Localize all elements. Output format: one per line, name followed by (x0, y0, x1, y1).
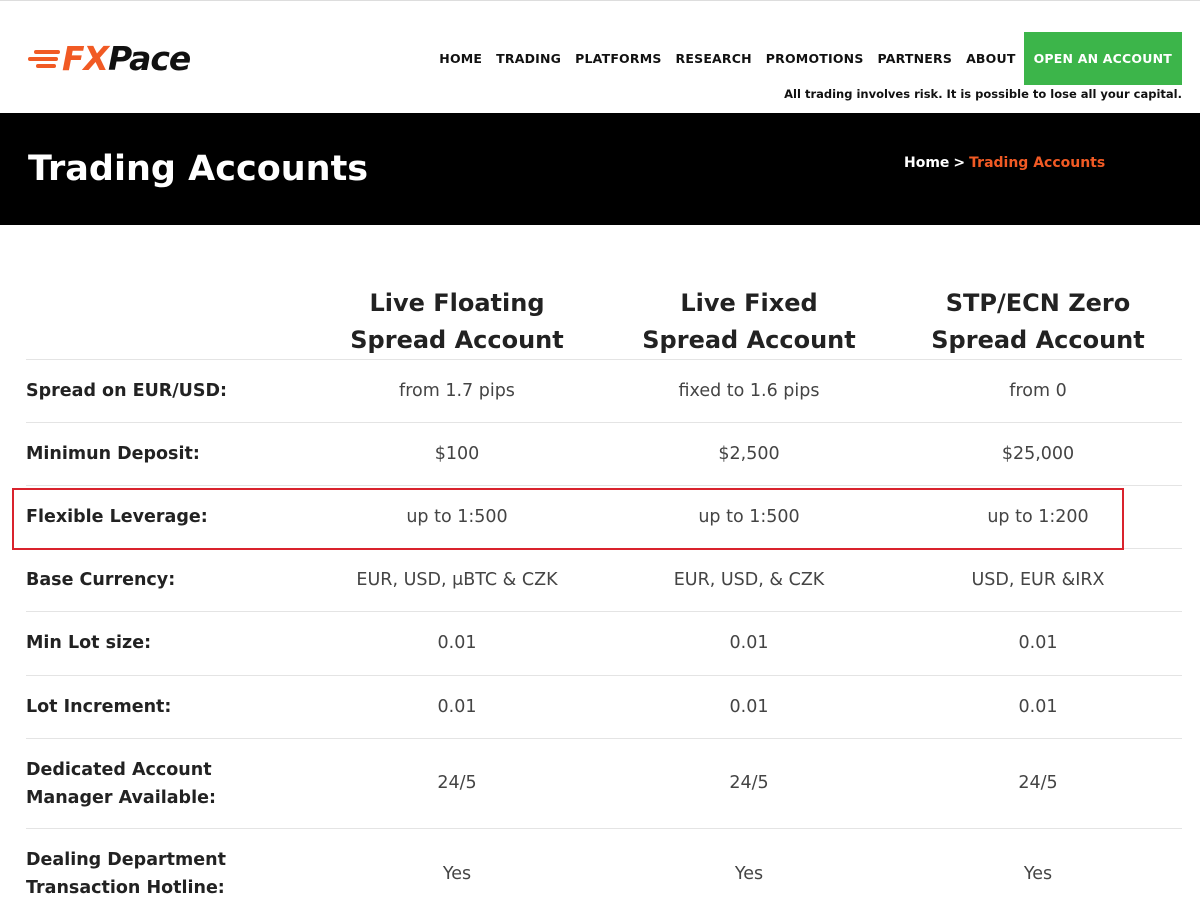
table-cell: 24/5 (437, 773, 477, 793)
column-header-live-floating: Live Floating Spread Account (350, 289, 564, 354)
risk-warning: All trading involves risk. It is possibl… (784, 87, 1182, 101)
logo-wordmark: FXPace (62, 39, 191, 78)
breadcrumb-separator: > (953, 155, 966, 171)
table-row-lot-increment: Lot Increment: 0.01 0.01 0.01 (26, 676, 1182, 739)
table-row-min-lot: Min Lot size: 0.01 0.01 0.01 (26, 612, 1182, 676)
table-cell: 0.01 (437, 697, 477, 717)
table-cell: 0.01 (1018, 697, 1058, 717)
table-cell: EUR, USD, μBTC & CZK (356, 570, 558, 590)
fxpace-logo[interactable]: FXPace (28, 39, 191, 79)
table-cell: $2,500 (718, 444, 780, 464)
table-cell: 0.01 (729, 633, 769, 653)
table-row-spread: Spread on EUR/USD: from 1.7 pips fixed t… (26, 360, 1182, 423)
column-header-live-fixed: Live Fixed Spread Account (642, 289, 856, 354)
table-row-base-currency: Base Currency: EUR, USD, μBTC & CZK EUR,… (26, 549, 1182, 612)
row-label: Min Lot size: (26, 633, 152, 653)
table-row-account-manager: Dedicated Account Manager Available: 24/5… (26, 739, 1182, 829)
table-cell: EUR, USD, & CZK (673, 570, 825, 590)
table-cell: from 0 (1009, 381, 1067, 401)
table-cell: 24/5 (729, 773, 769, 793)
row-label: Dealing Department Transaction Hotline: (26, 850, 226, 898)
nav-research[interactable]: RESEARCH (676, 51, 752, 66)
table-cell: Yes (442, 864, 472, 884)
table-cell: Yes (1023, 864, 1053, 884)
nav-trading[interactable]: TRADING (496, 51, 561, 66)
table-cell: up to 1:500 (406, 507, 508, 527)
table-header: Live Floating Spread Account Live Fixed Sp… (26, 280, 1182, 360)
row-label: Minimun Deposit: (26, 444, 200, 464)
table-cell: 24/5 (1018, 773, 1058, 793)
breadcrumb-current: Trading Accounts (969, 155, 1106, 171)
row-label: Dedicated Account Manager Available: (26, 760, 216, 808)
main-nav: HOME TRADING PLATFORMS RESEARCH PROMOTIO… (425, 32, 1182, 85)
row-label: Flexible Leverage: (26, 507, 208, 527)
row-label: Base Currency: (26, 570, 176, 590)
nav-about[interactable]: ABOUT (966, 51, 1016, 66)
nav-partners[interactable]: PARTNERS (878, 51, 953, 66)
table-cell: 0.01 (729, 697, 769, 717)
table-cell: $25,000 (1001, 444, 1075, 464)
nav-home[interactable]: HOME (439, 51, 482, 66)
table-cell: up to 1:500 (698, 507, 800, 527)
table-row-hotline: Dealing Department Transaction Hotline: Y… (26, 829, 1182, 909)
table-cell: up to 1:200 (987, 507, 1089, 527)
breadcrumb: Home > Trading Accounts (904, 155, 1105, 171)
site-header: FXPace HOME TRADING PLATFORMS RESEARCH P… (0, 0, 1200, 113)
table-row-min-deposit: Minimun Deposit: $100 $2,500 $25,000 (26, 423, 1182, 486)
table-cell: fixed to 1.6 pips (678, 381, 820, 401)
table-cell: USD, EUR &IRX (971, 570, 1105, 590)
table-cell: 0.01 (437, 633, 477, 653)
accounts-comparison-table: Live Floating Spread Account Live Fixed Sp… (26, 280, 1182, 909)
table-cell: 0.01 (1018, 633, 1058, 653)
breadcrumb-home-link[interactable]: Home (904, 155, 949, 171)
nav-promotions[interactable]: PROMOTIONS (766, 51, 864, 66)
table-row-leverage: Flexible Leverage: up to 1:500 up to 1:5… (26, 486, 1182, 549)
open-account-button[interactable]: OPEN AN ACCOUNT (1023, 32, 1182, 85)
row-label: Spread on EUR/USD: (26, 381, 228, 401)
column-header-stp-ecn: STP/ECN Zero Spread Account (931, 289, 1145, 354)
speed-lines-icon (28, 50, 60, 68)
table-cell: from 1.7 pips (399, 381, 515, 401)
table-cell: Yes (734, 864, 764, 884)
page-banner: Trading Accounts Home > Trading Accounts (0, 113, 1200, 225)
row-label: Lot Increment: (26, 697, 172, 717)
nav-platforms[interactable]: PLATFORMS (575, 51, 661, 66)
page-title: Trading Accounts (28, 149, 369, 189)
table-cell: $100 (434, 444, 480, 464)
